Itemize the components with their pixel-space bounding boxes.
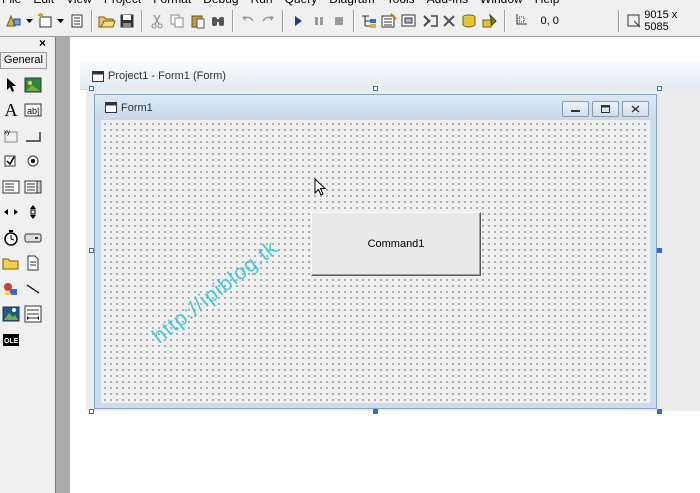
designer-title: Project1 - Form1 (Form) [108,70,226,82]
checkbox-icon[interactable] [0,150,22,172]
resize-handle[interactable] [657,409,662,414]
position-icon [510,10,530,32]
project-explorer-icon[interactable] [359,10,379,32]
resize-handle[interactable] [657,86,662,91]
listbox-icon[interactable] [22,176,44,198]
minimize-button[interactable] [562,101,589,117]
cut-icon[interactable] [147,10,167,32]
vscrollbar-icon[interactable] [22,201,44,223]
minimize-icon [571,110,580,112]
image-icon[interactable] [0,303,22,325]
command1-button[interactable]: Command1 [311,212,481,276]
form1-client-grid[interactable]: Command1 [101,120,650,403]
close-button[interactable] [622,101,649,117]
undo-icon[interactable] [238,10,258,32]
save-icon[interactable] [117,10,137,32]
drivelistbox-icon[interactable] [22,227,44,249]
toolbox-tab-general[interactable]: General [0,52,47,69]
form-icon [105,102,117,113]
resize-handle[interactable] [89,409,94,414]
textbox-icon[interactable]: ab| [22,99,44,121]
resize-handle[interactable] [373,409,378,414]
find-icon[interactable] [208,10,228,32]
ole-icon[interactable]: OLE [0,329,22,351]
filelistbox-icon[interactable] [22,252,44,274]
dirlistbox-icon[interactable] [0,252,22,274]
shape-icon[interactable] [0,278,22,300]
properties-window-icon[interactable] [379,10,399,32]
size-readout: 9015 x 5085 [644,9,678,33]
label-icon[interactable]: A [0,99,22,121]
component-manager-icon[interactable] [480,10,500,32]
hscrollbar-icon[interactable] [0,201,22,223]
start-icon[interactable] [288,10,308,32]
picturebox-icon[interactable] [22,74,44,96]
chevron-down-icon[interactable] [24,10,35,32]
resize-handle[interactable] [89,86,94,91]
svg-text:xy: xy [4,130,10,136]
designer-title-bar[interactable]: Project1 - Form1 (Form) [80,63,700,90]
position-readout: 0, 0 [540,15,559,27]
toolbox-icon[interactable] [440,10,460,32]
paste-icon[interactable] [187,10,207,32]
standard-toolbar: 0, 0 9015 x 5085 [0,6,700,37]
timer-icon[interactable] [0,227,22,249]
open-project-icon[interactable] [97,10,117,32]
size-icon [624,10,644,32]
line-icon[interactable] [22,278,44,300]
add-project-icon[interactable] [4,10,24,32]
workspace-gutter [56,37,70,493]
resize-handle[interactable] [657,248,662,253]
form1-title-bar[interactable]: Form1 [95,95,656,120]
toolbox-panel: × General A ab| xy OLE [0,37,56,493]
form1[interactable]: Form1 Command1 [94,94,657,409]
resize-handle[interactable] [89,248,94,253]
data-view-icon[interactable] [460,10,480,32]
menu-editor-icon[interactable] [66,10,86,32]
data-icon[interactable] [22,303,44,325]
form1-title: Form1 [121,101,153,114]
optionbutton-icon[interactable] [22,150,44,172]
svg-text:OLE: OLE [4,338,19,345]
frame-icon[interactable]: xy [0,125,22,147]
close-icon [631,105,640,113]
form-window-icon [92,70,104,82]
end-icon[interactable] [329,10,349,32]
combobox-icon[interactable] [0,176,22,198]
pointer-icon[interactable] [0,74,22,96]
maximize-icon [601,105,610,113]
redo-icon[interactable] [258,10,278,32]
object-browser-icon[interactable] [420,10,440,32]
break-icon[interactable] [309,10,329,32]
close-icon[interactable]: × [36,37,49,50]
commandbutton-icon[interactable] [22,125,44,147]
form-layout-icon[interactable] [399,10,419,32]
add-form-icon[interactable] [35,10,55,32]
svg-text:ab|: ab| [27,106,39,116]
resize-handle[interactable] [373,86,378,91]
chevron-down-icon[interactable] [55,10,66,32]
copy-icon[interactable] [167,10,187,32]
maximize-button[interactable] [592,101,619,117]
mouse-pointer-icon [314,177,328,201]
